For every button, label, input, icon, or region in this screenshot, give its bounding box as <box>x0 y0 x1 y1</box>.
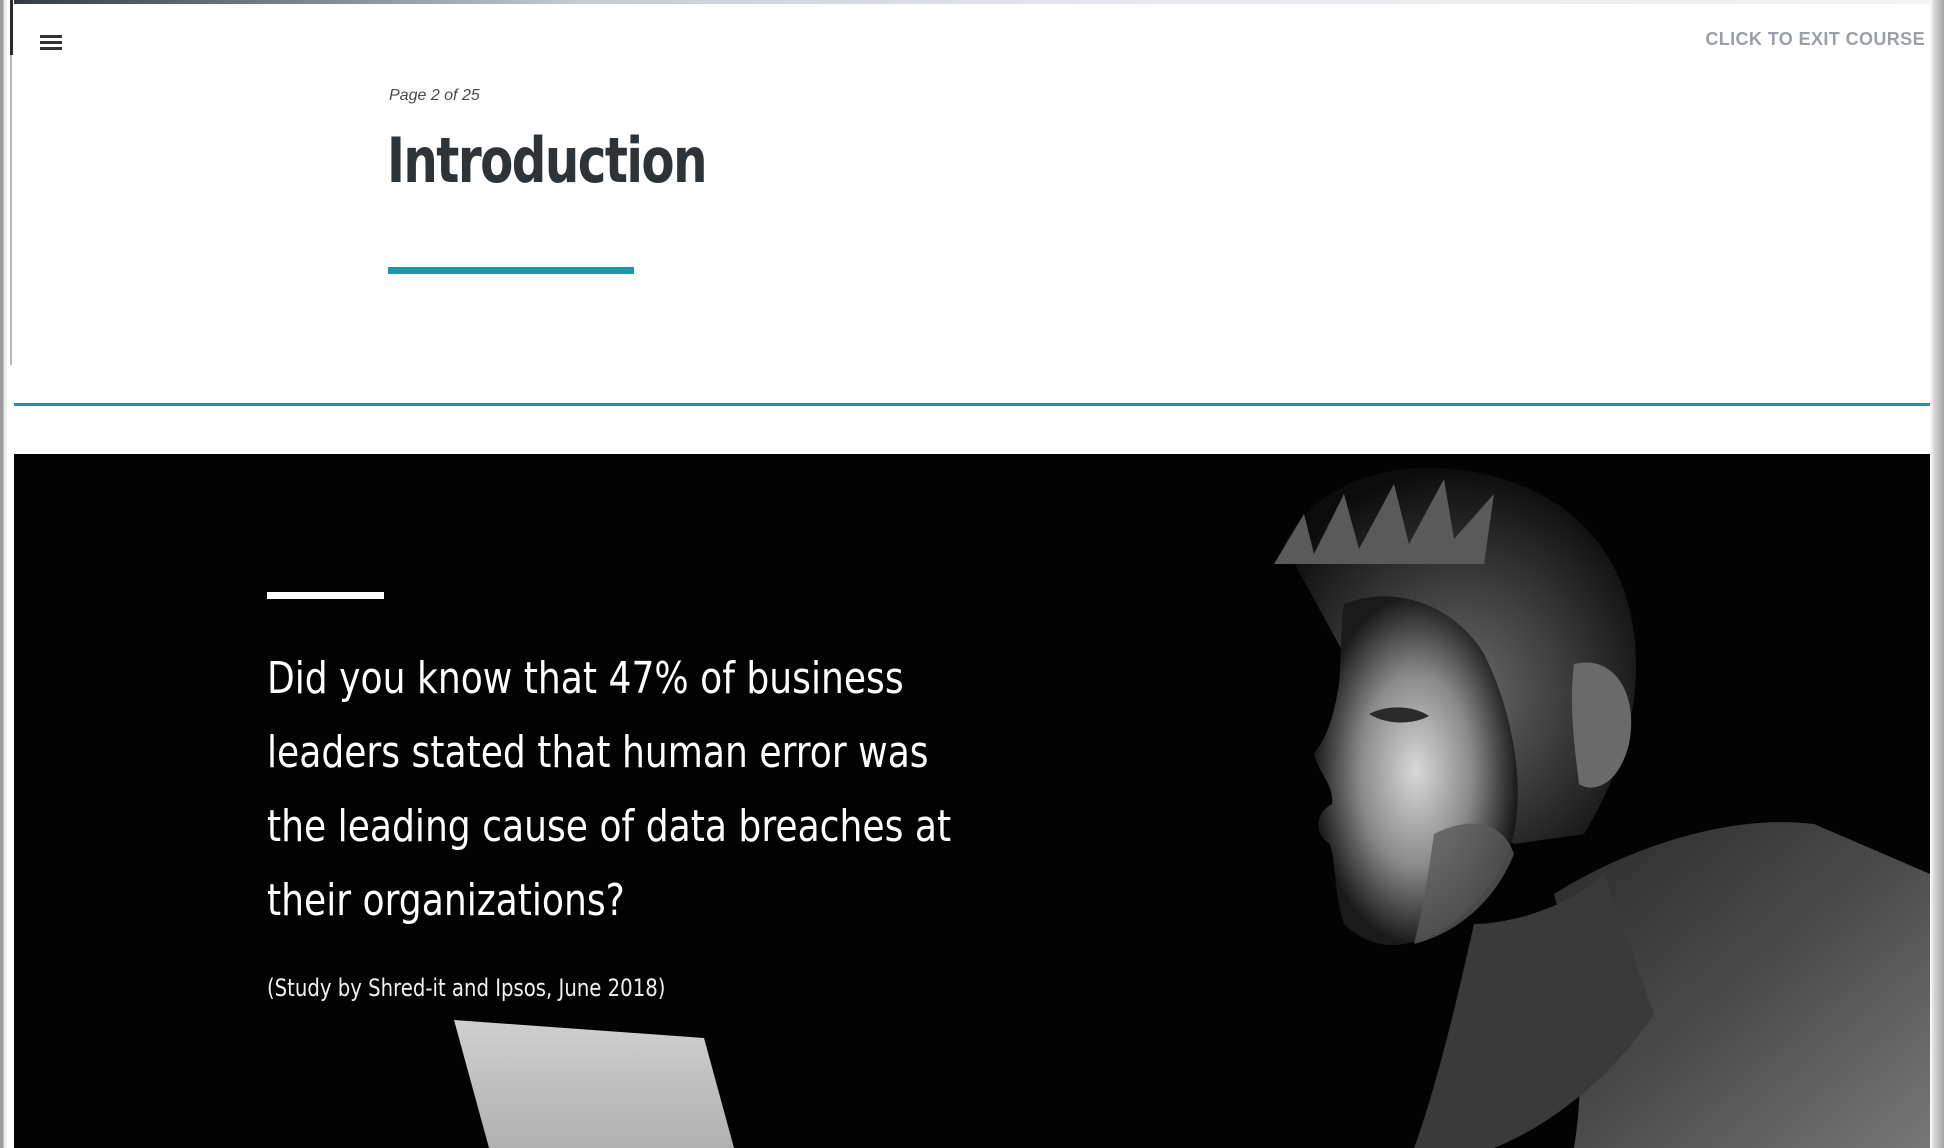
title-underline <box>388 267 634 274</box>
hero-citation: (Study by Shred-it and Ipsos, June 2018) <box>267 974 666 1002</box>
page-title: Introduction <box>387 124 708 197</box>
course-page: CLICK TO EXIT COURSE Page 2 of 25 Introd… <box>0 0 1944 1148</box>
header-divider <box>14 403 1930 406</box>
window-left-edge <box>0 0 14 1148</box>
menu-line <box>40 41 62 44</box>
window-right-edge <box>1930 0 1944 1148</box>
hero-quote: Did you know that 47% of business leader… <box>267 653 952 926</box>
menu-line <box>40 47 62 50</box>
hero-banner: Did you know that 47% of business leader… <box>14 454 1930 1148</box>
exit-course-link[interactable]: CLICK TO EXIT COURSE <box>1705 29 1925 50</box>
window-top-edge <box>0 0 1944 4</box>
page-indicator: Page 2 of 25 <box>389 87 480 104</box>
quote-accent-bar <box>267 592 384 599</box>
hamburger-menu-icon[interactable] <box>38 30 66 56</box>
menu-line <box>40 35 62 38</box>
